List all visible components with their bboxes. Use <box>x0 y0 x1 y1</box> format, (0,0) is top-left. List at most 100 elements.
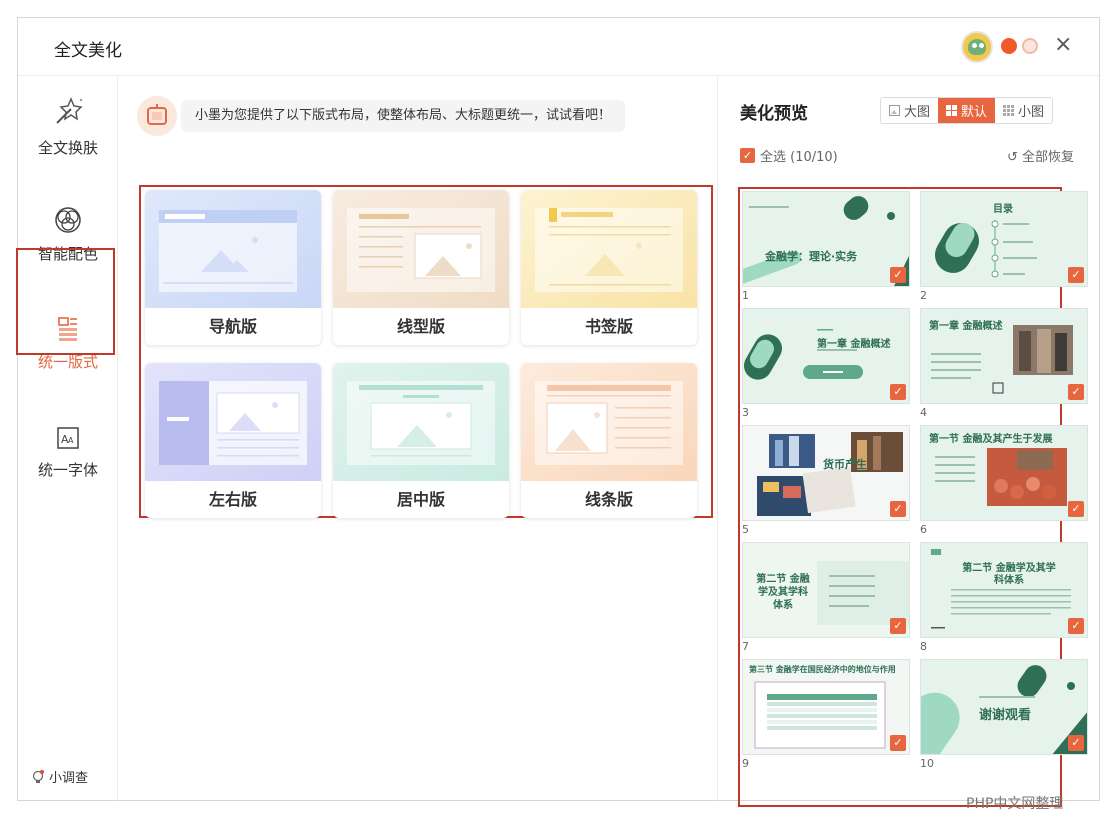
layout-card-label: 左右版 <box>208 490 257 509</box>
slide-title: 谢谢观看 <box>979 708 1032 723</box>
slide-checkbox[interactable]: ✓ <box>890 735 906 751</box>
slide-title: 第一章 金融概述 <box>929 321 1003 332</box>
layout-preview-image <box>333 363 509 481</box>
layout-preview-image <box>521 190 697 308</box>
layout-preview-image <box>145 190 321 308</box>
select-all-label: 全选 (10/10) <box>760 150 838 165</box>
slide-thumbnail-9[interactable]: 第三节 金融学在国民经济中的地位与作用 ✓ <box>742 659 910 755</box>
slide-number: 8 <box>920 640 927 653</box>
slide-number: 2 <box>920 289 927 302</box>
layout-card-navigation[interactable]: 导航版 <box>145 190 321 345</box>
view-default-label: 默认 <box>961 105 988 120</box>
slide-thumbnail-3[interactable]: 第一章 金融概述 ✓ <box>742 308 910 404</box>
sidebar-item-label: 统一字体 <box>37 461 98 479</box>
select-all-checkbox[interactable]: ✓ 全选 (10/10) <box>740 146 838 165</box>
assistant-robot-icon <box>137 96 177 136</box>
slide-thumbnail-7[interactable]: 第二节 金融学及其学科体系 ✓ <box>742 542 910 638</box>
sidebar: 全文换肤 智能配色 统一版式 A A 统一字体 小调查 <box>18 77 118 801</box>
survey-link[interactable]: 小调查 <box>30 767 88 786</box>
slide-title: 金融学：理论·实务 <box>765 250 858 263</box>
slide-title: 第一章 金融概述 <box>817 339 891 350</box>
slide-checkbox[interactable]: ✓ <box>1068 384 1084 400</box>
sidebar-item-label: 全文换肤 <box>37 139 98 157</box>
window-title: 全文美化 <box>54 41 122 61</box>
layout-card-label: 线条版 <box>584 490 633 509</box>
view-large-button[interactable]: 大图 <box>881 98 938 123</box>
sidebar-item-layout[interactable]: 统一版式 <box>18 315 118 372</box>
slide-checkbox[interactable]: ✓ <box>1068 501 1084 517</box>
layout-card-left-right[interactable]: 左右版 <box>145 363 321 518</box>
slide-graphic <box>743 196 909 286</box>
slide-title: 第一节 金融及其产生于发展 <box>929 434 1053 445</box>
slide-graphic <box>744 329 863 380</box>
member-badge-icon[interactable] <box>1022 38 1038 54</box>
tip-text: 小墨为您提供了以下版式布局，使整体布局、大标题更统一，试试看吧！ <box>181 100 626 132</box>
sidebar-item-color[interactable]: 智能配色 <box>18 205 118 264</box>
small-grid-icon <box>1003 105 1015 116</box>
view-toggle: 大图 默认 小图 <box>880 97 1054 124</box>
color-circles-icon <box>55 207 81 233</box>
slide-thumbnail-8[interactable]: 第二节 金融学及其学科体系 ✓ <box>920 542 1088 638</box>
user-avatar[interactable] <box>961 31 993 63</box>
sidebar-item-label: 智能配色 <box>37 245 98 263</box>
preview-title: 美化预览 <box>740 104 808 124</box>
slide-graphic <box>931 549 1071 629</box>
slide-thumbnail-2[interactable]: 目录 ✓ <box>920 191 1088 287</box>
slide-thumbnail-4[interactable]: 第一章 金融概述 ✓ <box>920 308 1088 404</box>
view-large-label: 大图 <box>904 105 931 120</box>
slide-number: 4 <box>920 406 927 419</box>
layout-card-bookmark[interactable]: 书签版 <box>521 190 697 345</box>
slide-checkbox[interactable]: ✓ <box>890 384 906 400</box>
preview-panel: 美化预览 大图 默认 小图 ✓ 全选 (10/10) ↺ 全部恢复 金融学：理论… <box>717 77 1100 807</box>
slide-checkbox[interactable]: ✓ <box>890 267 906 283</box>
view-small-label: 小图 <box>1018 105 1045 120</box>
slide-checkbox[interactable]: ✓ <box>1068 618 1084 634</box>
slide-graphic <box>757 432 903 516</box>
slide-checkbox[interactable]: ✓ <box>1068 735 1084 751</box>
sidebar-item-font[interactable]: A A 统一字体 <box>18 425 118 480</box>
slide-title: 目录 <box>993 204 1013 215</box>
layout-card-label: 导航版 <box>208 317 257 336</box>
slide-thumbnail-6[interactable]: 第一节 金融及其产生于发展 ✓ <box>920 425 1088 521</box>
slide-thumbnail-10[interactable]: 谢谢观看 ✓ <box>920 659 1088 755</box>
undo-icon: ↺ <box>1006 150 1018 165</box>
image-icon <box>889 105 900 116</box>
slide-number: 7 <box>742 640 749 653</box>
slide-title: 第二节 金融学及其学科体系 <box>962 563 1056 586</box>
slide-thumbnail-5[interactable]: 货币产生 ✓ <box>742 425 910 521</box>
font-icon: A A <box>57 427 79 449</box>
slide-checkbox[interactable]: ✓ <box>890 501 906 517</box>
layout-card-label: 书签版 <box>584 317 633 336</box>
full-text-beautify-window: 全文美化 × 全文换肤 智能配色 统一版式 A A 统一字体 小调查 小墨为您提… <box>17 17 1100 807</box>
slide-title: 第二节 金融学及其学科体系 <box>756 574 810 611</box>
checkbox-checked-icon: ✓ <box>740 148 755 163</box>
slide-checkbox[interactable]: ✓ <box>1068 267 1084 283</box>
layout-panel: 小墨为您提供了以下版式布局，使整体布局、大标题更统一，试试看吧！ 导航版 线型版… <box>119 77 716 801</box>
slide-checkbox[interactable]: ✓ <box>890 618 906 634</box>
close-icon[interactable]: × <box>1054 32 1072 57</box>
slide-thumbnails: 金融学：理论·实务 ✓ 1 目录 ✓ 2 第一章 金融概述 ✓ 3 第一章 金融… <box>738 187 1088 807</box>
layout-preview-image <box>521 363 697 481</box>
title-bar: 全文美化 × <box>18 18 1099 76</box>
layout-card-center[interactable]: 居中版 <box>333 363 509 518</box>
watermark: PHP中文网整理 <box>966 796 1064 812</box>
magic-wand-icon <box>56 97 83 124</box>
view-small-button[interactable]: 小图 <box>995 98 1052 123</box>
layout-options: 导航版 线型版 书签版 左右版 居中版 线条版 <box>139 185 713 518</box>
sidebar-item-skin[interactable]: 全文换肤 <box>18 95 118 158</box>
slide-number: 3 <box>742 406 749 419</box>
slide-number: 5 <box>742 523 749 536</box>
vip-badge-icon[interactable] <box>1001 38 1017 54</box>
layout-icon <box>58 317 77 341</box>
slide-thumbnail-1[interactable]: 金融学：理论·实务 ✓ <box>742 191 910 287</box>
layout-card-stripe[interactable]: 线条版 <box>521 363 697 518</box>
svg-text:A: A <box>68 436 74 445</box>
layout-card-label: 居中版 <box>396 490 445 509</box>
slide-number: 9 <box>742 757 749 770</box>
layout-card-line[interactable]: 线型版 <box>333 190 509 345</box>
slide-number: 1 <box>742 289 749 302</box>
view-default-button[interactable]: 默认 <box>938 98 996 123</box>
slide-number: 6 <box>920 523 927 536</box>
restore-all-button[interactable]: ↺ 全部恢复 <box>1007 146 1074 165</box>
layout-card-label: 线型版 <box>396 317 445 336</box>
